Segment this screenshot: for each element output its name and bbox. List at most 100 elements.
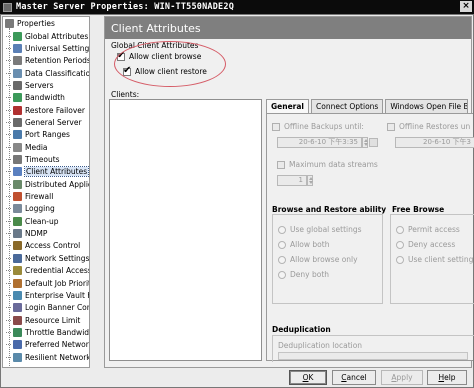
tree-item[interactable]: NDMP <box>6 228 47 240</box>
tree-connector <box>6 294 11 296</box>
tree-connector <box>6 60 11 62</box>
browse-option-use-global[interactable]: Use global settings <box>278 225 362 234</box>
preferred-network-icon <box>13 340 22 350</box>
browse-option-allow-browse-only[interactable]: Allow browse only <box>278 255 358 264</box>
tree-item-label: Resource Limit <box>25 315 81 325</box>
tree-item-label: Client Attributes <box>23 166 89 178</box>
tree-item-label: Network Settings <box>25 253 90 263</box>
tree-item[interactable]: Preferred Network <box>6 339 90 351</box>
browse-option-label: Allow both <box>290 240 330 249</box>
radio-deny-access[interactable] <box>396 240 404 249</box>
tree-root[interactable]: Properties <box>5 19 55 28</box>
free-browse-client-setting[interactable]: Use client setting <box>396 255 473 264</box>
radio-deny-both[interactable] <box>278 270 286 279</box>
tree-connector <box>6 208 11 210</box>
tab-general[interactable]: General <box>266 99 309 113</box>
tree-item-label: Bandwidth <box>25 93 65 103</box>
browse-option-label: Allow browse only <box>290 255 358 264</box>
tree-item[interactable]: Client Attributes <box>6 166 89 178</box>
tree-item[interactable]: Clean-up <box>6 215 59 227</box>
bandwidth-icon <box>13 93 22 103</box>
tree-item-label: Logging <box>25 204 55 214</box>
tab-windows-open-file-backup[interactable]: Windows Open File Bac <box>385 99 469 113</box>
offline-restores-datetime[interactable]: 20-6-10 下午3 <box>395 137 474 148</box>
tree-item[interactable]: Port Ranges <box>6 129 70 141</box>
tree-item-label: Preferred Network <box>25 340 90 350</box>
help-button[interactable]: Help <box>427 370 467 385</box>
tree-connector <box>6 146 11 148</box>
tree-item[interactable]: Global Attributes <box>6 30 88 42</box>
access-control-icon <box>13 241 22 251</box>
title-bar: Master Server Properties: WIN-TT550NADE2… <box>0 0 474 14</box>
tree-item[interactable]: Throttle Bandwidth <box>6 326 90 338</box>
radio-allow-browse-only[interactable] <box>278 255 286 264</box>
ok-button[interactable]: OK <box>289 370 327 385</box>
tree-item-label: Throttle Bandwidth <box>25 327 90 337</box>
tab-connect-options[interactable]: Connect Options <box>311 99 384 113</box>
cancel-button[interactable]: Cancel <box>332 370 376 385</box>
radio-use-client-setting[interactable] <box>396 255 404 264</box>
enterprise-vault-icon <box>13 290 22 300</box>
tree-item[interactable]: Enterprise Vault Ho <box>6 289 89 301</box>
close-button[interactable]: × <box>460 1 472 12</box>
tree-item[interactable]: Servers <box>6 79 54 91</box>
radio-allow-both[interactable] <box>278 240 286 249</box>
radio-use-global[interactable] <box>278 225 286 234</box>
tree-item[interactable]: Distributed Applica <box>6 178 90 190</box>
browse-option-deny-both[interactable]: Deny both <box>278 270 329 279</box>
clients-list[interactable] <box>109 99 262 361</box>
tree-item[interactable]: Retention Periods <box>6 55 89 67</box>
apply-button[interactable]: Apply <box>381 370 423 385</box>
tree-connector <box>6 121 11 123</box>
tree-item[interactable]: Bandwidth <box>6 92 65 104</box>
tree-item[interactable]: Resource Limit <box>6 314 80 326</box>
window-title: Master Server Properties: WIN-TT550NADE2… <box>16 2 235 12</box>
tree-item[interactable]: Credential Access <box>6 265 89 277</box>
free-browse-permit[interactable]: Permit access <box>396 225 460 234</box>
tree-item[interactable]: Resilient Network <box>6 351 89 363</box>
calendar-icon[interactable] <box>369 138 378 147</box>
tree-item[interactable]: Logging <box>6 203 55 215</box>
tree-connector <box>6 97 11 99</box>
restore-failover-icon <box>13 105 22 115</box>
tree-item-label: Universal Settings <box>25 43 90 53</box>
browse-option-allow-both[interactable]: Allow both <box>278 240 329 249</box>
tree-item[interactable]: Restore Failover <box>6 104 85 116</box>
free-browse-option-label: Permit access <box>408 225 460 234</box>
offline-backups-spinner[interactable] <box>362 137 368 148</box>
deduplication-location-field[interactable] <box>278 352 468 360</box>
free-browse-deny[interactable]: Deny access <box>396 240 455 249</box>
tree-item-label: Data Classification <box>25 68 90 78</box>
tree-item[interactable]: Default Job Prioritie <box>6 277 89 289</box>
tree-root-label: Properties <box>17 19 55 28</box>
login-banner-icon <box>13 303 22 313</box>
throttle-bandwidth-icon <box>13 327 22 337</box>
max-streams-checkbox[interactable]: Maximum data streams <box>277 160 378 169</box>
credential-access-icon <box>13 266 22 276</box>
offline-backups-checkbox[interactable]: Offline Backups until: <box>272 122 364 131</box>
tree-item-label: Port Ranges <box>25 130 70 140</box>
offline-restores-check[interactable] <box>387 122 395 131</box>
tree-connector <box>6 270 11 272</box>
max-streams-value[interactable]: 1 <box>277 175 307 186</box>
radio-permit-access[interactable] <box>396 225 404 234</box>
offline-restores-checkbox[interactable]: Offline Restores un <box>387 122 470 131</box>
logging-icon <box>13 204 22 214</box>
tree-item[interactable]: Network Settings <box>6 252 89 264</box>
max-streams-label: Maximum data streams <box>289 160 378 169</box>
tree-item-label: Distributed Applica <box>25 179 90 189</box>
tree-item[interactable]: Access Control <box>6 240 80 252</box>
tree-item[interactable]: Data Classification <box>6 67 90 79</box>
tree-item[interactable]: Media <box>6 141 48 153</box>
tree-item-label: Firewall <box>25 192 54 202</box>
offline-backups-check[interactable] <box>272 122 280 131</box>
tree-item[interactable]: General Server <box>6 116 82 128</box>
tree-item-label: Restore Failover <box>25 105 85 115</box>
max-streams-spinner[interactable] <box>307 175 313 186</box>
tree-item[interactable]: Timeouts <box>6 154 60 166</box>
offline-backups-datetime[interactable]: 20-6-10 下午3:35 <box>277 137 362 148</box>
max-streams-check[interactable] <box>277 160 285 169</box>
tree-item[interactable]: Login Banner Conf <box>6 302 89 314</box>
tree-item[interactable]: Universal Settings <box>6 42 90 54</box>
tree-item[interactable]: Firewall <box>6 191 53 203</box>
